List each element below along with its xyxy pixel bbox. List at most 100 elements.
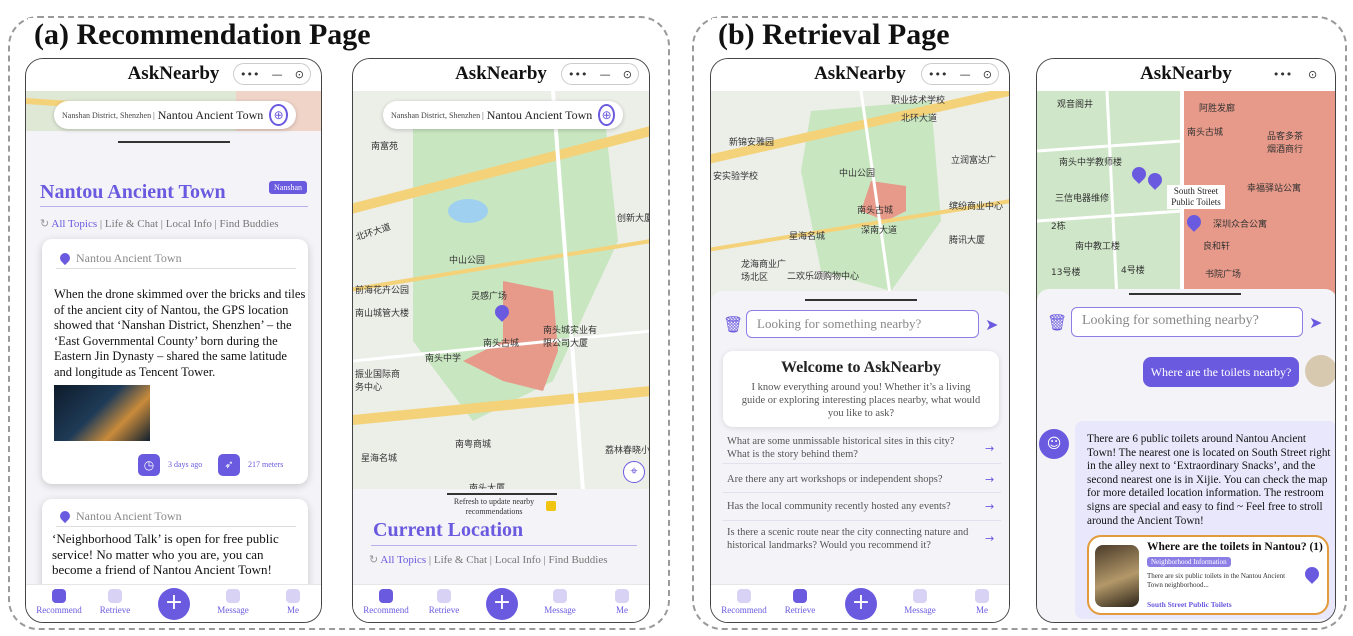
search-input[interactable]: Looking for something nearby? xyxy=(1071,307,1303,337)
map-label: 中山公园 xyxy=(449,256,486,266)
post-image[interactable] xyxy=(54,385,150,441)
tab-local-info[interactable]: Local Info xyxy=(495,554,541,566)
close-target-icon[interactable]: ⊙ xyxy=(623,68,632,81)
search-input[interactable]: Looking for something nearby? xyxy=(746,310,979,338)
sheet-handle[interactable] xyxy=(118,141,230,143)
result-image[interactable] xyxy=(1095,545,1139,607)
close-target-icon[interactable]: ⊙ xyxy=(1308,68,1317,81)
map-view[interactable]: South Street Public Toilets 观音阁井 阿胜发廊 南头… xyxy=(1037,91,1335,301)
arrow-right-icon[interactable]: → xyxy=(985,473,994,486)
question-divider xyxy=(723,463,1001,464)
nav-recommend[interactable]: Recommend xyxy=(719,589,769,615)
nav-retrieve[interactable]: Retrieve xyxy=(775,589,825,615)
close-target-icon[interactable]: ⊙ xyxy=(983,68,992,81)
nav-message[interactable]: Message xyxy=(535,589,585,615)
minimize-icon[interactable]: — xyxy=(600,68,611,81)
tab-all-topics[interactable]: All Topics xyxy=(380,554,426,566)
phone-retrieve-answer: AskNearby ••• ⊙ South Street Public Toil… xyxy=(1036,58,1336,623)
suggested-question[interactable]: Has the local community recently hosted … xyxy=(727,500,967,513)
nav-retrieve[interactable]: Retrieve xyxy=(90,589,140,615)
recommend-icon xyxy=(52,589,66,603)
question-divider xyxy=(723,492,1001,493)
map-label: 星海名城 xyxy=(361,454,398,464)
title-underline xyxy=(40,206,308,207)
trash-icon[interactable]: 🗑 xyxy=(723,315,743,334)
post-distance: 217 meters xyxy=(248,460,284,469)
suggested-question[interactable]: Are there any art workshops or independe… xyxy=(727,473,967,486)
more-icon[interactable]: ••• xyxy=(928,68,947,81)
globe-search-icon[interactable]: ⊕ xyxy=(269,104,288,126)
result-title: Where are the toilets in Nantou? (1) xyxy=(1147,541,1323,553)
nav-message[interactable]: Message xyxy=(895,589,945,615)
suggested-question[interactable]: Is there a scenic route near the city co… xyxy=(727,526,977,552)
post-location: Nantou Ancient Town xyxy=(57,508,182,524)
nav-me[interactable]: Me xyxy=(597,589,647,615)
phone-header: AskNearby ••• ⊙ xyxy=(1037,59,1335,91)
location-bar[interactable]: Nanshan District, Shenzhen | Nantou Anci… xyxy=(383,101,623,129)
arrow-right-icon[interactable]: → xyxy=(985,532,994,545)
minimize-icon[interactable]: — xyxy=(272,68,283,81)
location-bar[interactable]: Nanshan District, Shenzhen | Nantou Anci… xyxy=(54,101,296,129)
district-tag: Nanshan xyxy=(269,181,307,194)
locate-me-button[interactable]: ⌖ xyxy=(623,461,645,483)
sheet-handle[interactable] xyxy=(1129,293,1241,295)
nav-recommend[interactable]: Recommend xyxy=(361,589,411,615)
map-label: 幸福驿站公寓 xyxy=(1247,184,1302,194)
arrow-right-icon[interactable]: → xyxy=(985,500,994,513)
map-label: 南头中学 xyxy=(425,354,462,364)
location-pin-icon xyxy=(57,508,73,524)
globe-search-icon[interactable]: ⊕ xyxy=(598,104,615,126)
map-view[interactable]: 职业技术学校 北环大道 新锦安雅园 中山公园 安实验学校 立润富达广 南头古城 … xyxy=(711,91,1009,301)
send-icon[interactable]: ➤ xyxy=(1309,313,1322,332)
user-avatar xyxy=(1305,355,1335,387)
mini-program-capsule[interactable]: ••• — ⊙ xyxy=(233,63,311,85)
more-icon[interactable]: ••• xyxy=(240,68,259,81)
current-location-title: Current Location xyxy=(373,519,524,541)
map-view[interactable]: 南富苑 北环大道 中山公园 灵感广场 前海花卉公园 南山城管大楼 南头古城 南头… xyxy=(353,91,649,491)
send-icon[interactable]: ➤ xyxy=(985,315,998,334)
create-post-button[interactable]: + xyxy=(486,588,518,620)
refresh-icon[interactable]: ↻ xyxy=(40,217,49,230)
suggested-question[interactable]: What are some unmissable historical site… xyxy=(727,435,967,461)
minimize-icon[interactable]: — xyxy=(960,68,971,81)
tab-local-info[interactable]: Local Info xyxy=(166,218,212,230)
tab-find-buddies[interactable]: Find Buddies xyxy=(549,554,608,566)
result-card[interactable]: Where are the toilets in Nantou? (1) Nei… xyxy=(1087,535,1329,615)
result-link[interactable]: South Street Public Toilets xyxy=(1147,600,1232,609)
map-label: 南头中学教师楼 xyxy=(1059,158,1123,168)
sheet-handle[interactable] xyxy=(805,299,917,301)
more-icon[interactable]: ••• xyxy=(568,68,587,81)
create-post-button[interactable]: + xyxy=(158,588,190,620)
tab-life-chat[interactable]: Life & Chat xyxy=(105,218,158,230)
phone-retrieve-welcome: AskNearby ••• — ⊙ 职业技术学校 北环大道 新锦安雅园 中山公园… xyxy=(710,58,1010,623)
nav-me[interactable]: Me xyxy=(957,589,1007,615)
more-icon[interactable]: ••• xyxy=(1273,68,1292,81)
mini-program-capsule[interactable]: ••• — ⊙ xyxy=(561,63,639,85)
nav-retrieve[interactable]: Retrieve xyxy=(419,589,469,615)
result-location-pin-icon[interactable] xyxy=(1302,564,1322,584)
tab-life-chat[interactable]: Life & Chat xyxy=(434,554,487,566)
sheet-handle[interactable] xyxy=(447,493,557,495)
nav-me[interactable]: Me xyxy=(268,589,318,615)
map-label: 观音阁井 xyxy=(1057,100,1094,110)
map-label: 深圳众合公寓 xyxy=(1213,220,1268,230)
map-label: 阿胜发廊 xyxy=(1199,104,1236,114)
district-label: Nanshan District, Shenzhen | xyxy=(62,110,155,120)
welcome-text: I know everything around you! Whether it… xyxy=(741,382,981,419)
distance-icon: ➶ xyxy=(218,454,240,476)
post-card[interactable]: Nantou Ancient Town When the drone skimm… xyxy=(42,239,308,484)
nav-message[interactable]: Message xyxy=(208,589,258,615)
mini-program-capsule[interactable]: ••• — ⊙ xyxy=(921,63,999,85)
create-post-button[interactable]: + xyxy=(845,588,877,620)
close-target-icon[interactable]: ⊙ xyxy=(295,68,304,81)
tab-find-buddies[interactable]: Find Buddies xyxy=(220,218,279,230)
map-label: 南山城管大楼 xyxy=(355,309,410,319)
refresh-icon[interactable]: ↻ xyxy=(369,553,378,566)
arrow-right-icon[interactable]: → xyxy=(985,442,994,455)
mini-program-capsule[interactable]: ••• ⊙ xyxy=(1265,63,1325,85)
map-label: 灵感广场 xyxy=(471,292,508,302)
trash-icon[interactable]: 🗑 xyxy=(1047,313,1067,332)
result-badge: Neighborhood Information xyxy=(1147,557,1231,567)
nav-recommend[interactable]: Recommend xyxy=(34,589,84,615)
tab-all-topics[interactable]: All Topics xyxy=(51,218,97,230)
